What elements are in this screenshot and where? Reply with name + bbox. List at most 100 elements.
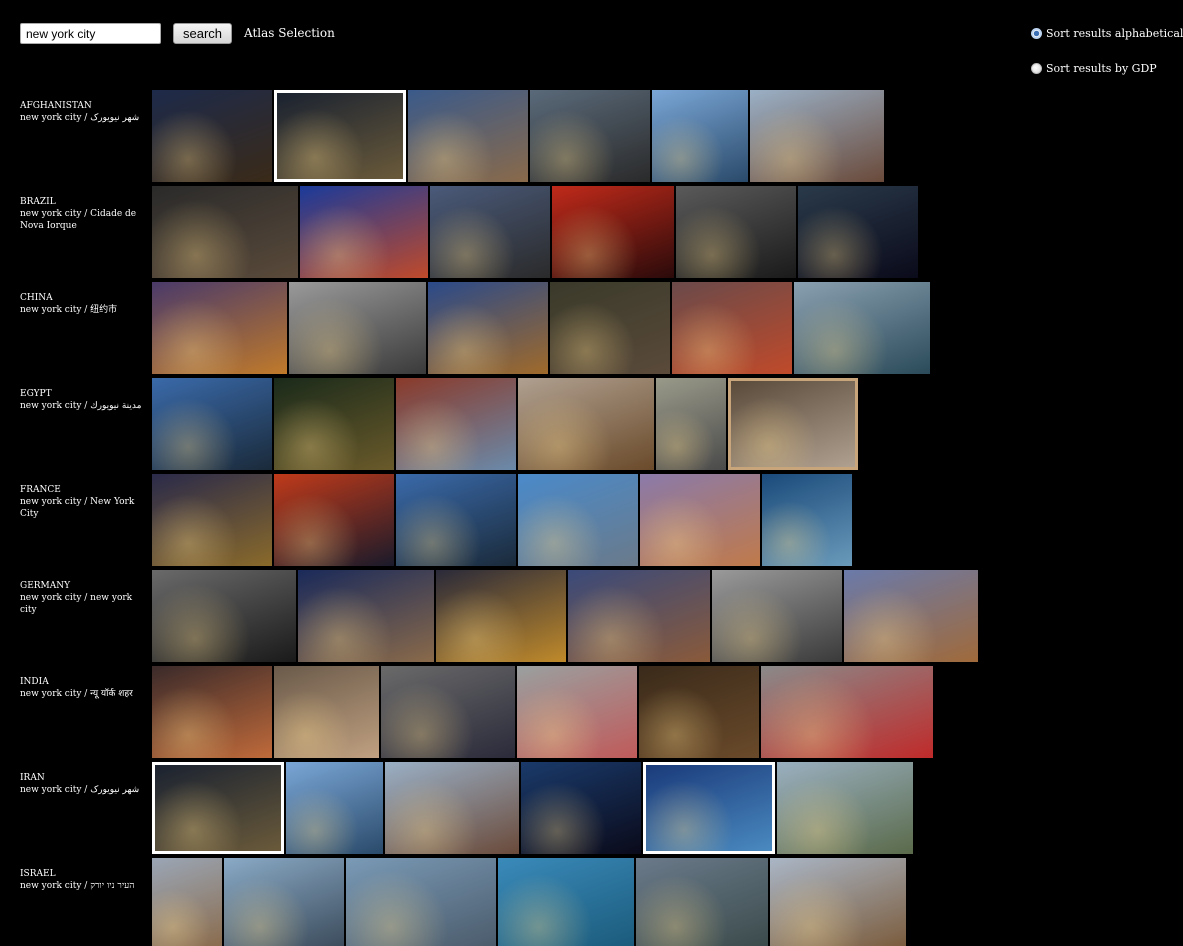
sort-alphabetical-label: Sort results alphabeticall	[1046, 27, 1183, 40]
thumbnail-strip	[152, 570, 978, 662]
result-thumbnail[interactable]	[224, 858, 344, 946]
result-thumbnail[interactable]	[643, 762, 775, 854]
country-search-term: new york city / new york city	[20, 593, 133, 615]
country-row: BRAZIL new york city / Cidade de Nova Ior…	[0, 186, 1000, 278]
country-search-term: new york city / न्यू यॉर्क शहर	[20, 689, 133, 699]
country-row: GERMANY new york city / new york city	[0, 570, 1000, 662]
result-thumbnail[interactable]	[639, 666, 759, 758]
country-label: CHINA new york city / 纽约市	[20, 292, 148, 316]
result-thumbnail[interactable]	[844, 570, 978, 662]
country-name: CHINA	[20, 293, 53, 303]
result-thumbnail[interactable]	[430, 186, 550, 278]
result-thumbnail[interactable]	[152, 858, 222, 946]
result-thumbnail[interactable]	[728, 378, 858, 470]
result-thumbnail[interactable]	[298, 570, 434, 662]
result-thumbnail[interactable]	[289, 282, 426, 374]
country-row: CHINA new york city / 纽约市	[0, 282, 1000, 374]
country-name: AFGHANISTAN	[20, 101, 92, 111]
sort-gdp-option[interactable]: Sort results by GDP	[1031, 62, 1157, 75]
result-thumbnail[interactable]	[152, 186, 298, 278]
result-thumbnail[interactable]	[640, 474, 760, 566]
thumbnail-strip	[152, 282, 930, 374]
sort-gdp-label: Sort results by GDP	[1046, 62, 1157, 75]
result-thumbnail[interactable]	[152, 282, 287, 374]
result-thumbnail[interactable]	[346, 858, 496, 946]
country-search-term: new york city / مدينة نيويورك	[20, 401, 142, 411]
radio-selected-icon[interactable]	[1031, 28, 1042, 39]
thumbnail-strip	[152, 378, 858, 470]
result-thumbnail[interactable]	[152, 474, 272, 566]
result-thumbnail[interactable]	[381, 666, 515, 758]
country-search-term: new york city / شهر نیویورک	[20, 113, 140, 123]
result-thumbnail[interactable]	[550, 282, 670, 374]
result-thumbnail[interactable]	[652, 90, 748, 182]
country-name: IRAN	[20, 773, 45, 783]
result-thumbnail[interactable]	[396, 474, 516, 566]
country-name: EGYPT	[20, 389, 52, 399]
country-label: ISRAEL new york city / העיר ניו יורק	[20, 868, 148, 892]
result-thumbnail[interactable]	[385, 762, 519, 854]
result-thumbnail[interactable]	[712, 570, 842, 662]
country-name: ISRAEL	[20, 869, 56, 879]
result-thumbnail[interactable]	[798, 186, 918, 278]
result-thumbnail[interactable]	[761, 666, 933, 758]
country-row: ISRAEL new york city / העיר ניו יורק	[0, 858, 1000, 946]
result-thumbnail[interactable]	[152, 570, 296, 662]
result-thumbnail[interactable]	[518, 378, 654, 470]
result-thumbnail[interactable]	[530, 90, 650, 182]
result-thumbnail[interactable]	[568, 570, 710, 662]
country-row: INDIA new york city / न्यू यॉर्क शहर	[0, 666, 1000, 758]
thumbnail-strip	[152, 858, 906, 946]
country-label: EGYPT new york city / مدينة نيويورك	[20, 388, 148, 412]
result-thumbnail[interactable]	[517, 666, 637, 758]
result-thumbnail[interactable]	[274, 378, 394, 470]
result-thumbnail[interactable]	[518, 474, 638, 566]
sort-alphabetical-option[interactable]: Sort results alphabeticall	[1031, 27, 1183, 40]
result-thumbnail[interactable]	[436, 570, 566, 662]
country-search-term: new york city / Cidade de Nova Iorque	[20, 209, 137, 231]
result-thumbnail[interactable]	[152, 666, 272, 758]
country-search-term: new york city / New York City	[20, 497, 135, 519]
country-name: INDIA	[20, 677, 49, 687]
thumbnail-strip	[152, 762, 913, 854]
result-thumbnail[interactable]	[762, 474, 852, 566]
result-thumbnail[interactable]	[408, 90, 528, 182]
result-thumbnail[interactable]	[672, 282, 792, 374]
result-thumbnail[interactable]	[428, 282, 548, 374]
result-thumbnail[interactable]	[274, 90, 406, 182]
result-thumbnail[interactable]	[498, 858, 634, 946]
thumbnail-strip	[152, 474, 852, 566]
country-name: FRANCE	[20, 485, 61, 495]
country-label: IRAN new york city / شهر نیویورک	[20, 772, 148, 796]
country-row: EGYPT new york city / مدينة نيويورك	[0, 378, 1000, 470]
country-row: FRANCE new york city / New York City	[0, 474, 1000, 566]
thumbnail-strip	[152, 186, 918, 278]
result-thumbnail[interactable]	[286, 762, 383, 854]
result-thumbnail[interactable]	[750, 90, 884, 182]
result-thumbnail[interactable]	[274, 474, 394, 566]
result-thumbnail[interactable]	[656, 378, 726, 470]
result-thumbnail[interactable]	[152, 378, 272, 470]
result-thumbnail[interactable]	[636, 858, 768, 946]
result-thumbnail[interactable]	[794, 282, 930, 374]
result-thumbnail[interactable]	[396, 378, 516, 470]
country-name: BRAZIL	[20, 197, 56, 207]
result-thumbnail[interactable]	[152, 762, 284, 854]
country-label: AFGHANISTAN new york city / شهر نیویورک	[20, 100, 148, 124]
result-thumbnail[interactable]	[152, 90, 272, 182]
country-name: GERMANY	[20, 581, 71, 591]
result-thumbnail[interactable]	[521, 762, 641, 854]
country-search-term: new york city / העיר ניו יורק	[20, 881, 135, 891]
country-label: INDIA new york city / न्यू यॉर्क शहर	[20, 676, 148, 700]
country-label: FRANCE new york city / New York City	[20, 484, 148, 520]
thumbnail-strip	[152, 90, 884, 182]
result-thumbnail[interactable]	[676, 186, 796, 278]
result-thumbnail[interactable]	[777, 762, 913, 854]
result-thumbnail[interactable]	[770, 858, 906, 946]
country-search-term: new york city / 纽约市	[20, 305, 118, 315]
radio-unselected-icon[interactable]	[1031, 63, 1042, 74]
result-thumbnail[interactable]	[274, 666, 379, 758]
result-thumbnail[interactable]	[552, 186, 674, 278]
result-thumbnail[interactable]	[300, 186, 428, 278]
country-search-term: new york city / شهر نیویورک	[20, 785, 140, 795]
